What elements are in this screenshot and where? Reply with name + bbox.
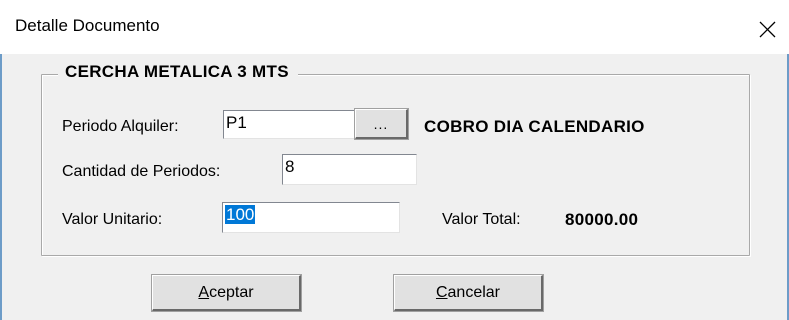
periodo-input[interactable]: P1 (223, 110, 355, 139)
cancel-mnemonic: C (435, 283, 448, 301)
accept-mnemonic: A (198, 283, 210, 301)
window-title: Detalle Documento (15, 16, 160, 35)
valor-unitario-selected-text: 100 (225, 205, 256, 224)
close-button[interactable] (745, 10, 789, 48)
title-bar[interactable]: Detalle Documento (0, 0, 789, 54)
cantidad-input[interactable]: 8 (282, 154, 417, 185)
valor-unitario-input[interactable]: 100 (222, 202, 400, 233)
cancel-button[interactable]: Cancelar (393, 274, 544, 312)
group-title: CERCHA METALICA 3 MTS (58, 62, 298, 82)
periodo-label: Periodo Alquiler: (62, 118, 179, 135)
valor-total-label: Valor Total: (442, 211, 521, 228)
valor-unitario-label: Valor Unitario: (62, 211, 163, 228)
periodo-description: COBRO DIA CALENDARIO (424, 117, 645, 136)
close-icon (759, 21, 775, 37)
cancel-label: ancelar (447, 283, 501, 301)
accept-label: ceptar (209, 283, 254, 301)
cantidad-label: Cantidad de Periodos: (62, 163, 221, 180)
accept-button[interactable]: Aceptar (151, 274, 302, 312)
periodo-browse-button[interactable]: ... (354, 108, 409, 140)
valor-total-value: 80000.00 (565, 210, 639, 229)
window-border-left (0, 54, 2, 320)
